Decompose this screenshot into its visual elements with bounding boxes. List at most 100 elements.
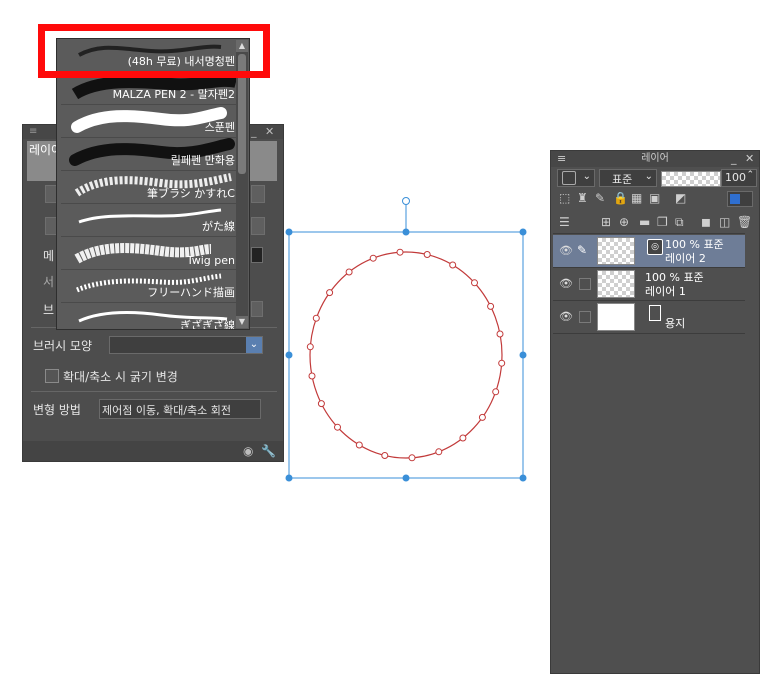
transform-handle[interactable]: [519, 351, 527, 359]
trash-icon[interactable]: 🗑: [737, 215, 752, 229]
layer-type-select[interactable]: ⌄: [557, 169, 595, 187]
layer-row-2[interactable]: 👁 ✎ ◎ 100 % 표준 레이어 2: [553, 235, 745, 268]
control-point[interactable]: [498, 359, 506, 367]
transform-handle[interactable]: [402, 228, 410, 236]
control-point[interactable]: [478, 413, 486, 421]
control-point[interactable]: [317, 400, 325, 408]
control-point[interactable]: [487, 302, 495, 310]
reset-icon[interactable]: ◉: [243, 444, 253, 458]
color-swatch[interactable]: [251, 247, 263, 263]
control-point[interactable]: [308, 372, 316, 380]
copy-layer-icon[interactable]: ❐: [657, 215, 668, 229]
chevron-down-icon[interactable]: ⌄: [246, 337, 262, 353]
scale-checkbox[interactable]: [45, 369, 59, 383]
layer-panel-titlebar[interactable]: ≡ 레이어 _ ✕: [551, 151, 759, 167]
grip-icon[interactable]: ≡: [557, 151, 566, 167]
brush-item[interactable]: フリーハンド描画: [61, 270, 237, 303]
blend-mode-select[interactable]: 표준 ⌄: [599, 169, 657, 187]
rotation-handle[interactable]: [402, 197, 410, 205]
scroll-down-icon[interactable]: ▼: [236, 316, 248, 328]
brush-popup-list: (48h 무료) 내서명청펜 MALZA PEN 2 - 말자펜2 스푼펜 릴페…: [56, 38, 250, 330]
control-point[interactable]: [471, 279, 478, 287]
brush-label: MALZA PEN 2 - 말자펜2: [112, 88, 235, 101]
control-point[interactable]: [345, 268, 353, 276]
control-point[interactable]: [423, 251, 431, 258]
layer-name: 용지: [665, 317, 686, 330]
clip-icon[interactable]: ⬚: [559, 191, 570, 205]
opacity-input[interactable]: 100 ⌃: [721, 169, 757, 187]
brush-shape-label: 브러시 모양: [33, 339, 93, 353]
lock-box[interactable]: [579, 278, 591, 290]
control-point[interactable]: [492, 388, 500, 396]
lock-alpha-icon[interactable]: ▦: [631, 191, 642, 205]
control-point[interactable]: [496, 330, 504, 338]
new-folder-icon[interactable]: ▬: [639, 215, 650, 229]
minimize-icon[interactable]: _: [251, 125, 257, 138]
control-point[interactable]: [408, 454, 416, 462]
brush-label: 릴페펜 만화용: [170, 154, 235, 167]
row-label-2: 서: [43, 275, 55, 289]
transform-handle[interactable]: [285, 228, 293, 236]
control-point[interactable]: [334, 423, 341, 431]
control-point[interactable]: [459, 434, 467, 442]
mask-add-icon[interactable]: ◼: [701, 215, 711, 229]
control-point[interactable]: [396, 248, 404, 256]
transform-handle[interactable]: [519, 474, 527, 482]
control-point[interactable]: [306, 343, 314, 351]
row-label-3: 브: [43, 303, 55, 317]
opacity-slider[interactable]: [661, 171, 721, 187]
layer-color-icon[interactable]: ◩: [675, 191, 686, 205]
layer-name: 레이어 2: [665, 252, 706, 265]
eye-icon[interactable]: 👁: [559, 277, 573, 290]
brush-scrollbar[interactable]: ▲ ▼: [236, 40, 248, 328]
merge-layer-icon[interactable]: ⧉: [675, 215, 684, 230]
brush-item[interactable]: ぎざぎざ線: [61, 303, 237, 329]
stepper-icon[interactable]: ⌃: [746, 170, 754, 180]
eye-icon[interactable]: 👁: [559, 310, 573, 323]
close-icon[interactable]: ✕: [745, 151, 754, 167]
reference-icon[interactable]: ♜: [577, 191, 588, 205]
layer-row-paper[interactable]: 👁 용지: [553, 301, 745, 334]
transform-handle[interactable]: [285, 474, 293, 482]
eye-icon[interactable]: 👁: [559, 244, 573, 257]
wrench-icon[interactable]: 🔧: [261, 444, 276, 458]
canvas-drawing[interactable]: [280, 190, 540, 490]
chevron-down-icon: ⌄: [644, 171, 653, 182]
transform-select[interactable]: 제어점 이동, 확대/축소 회전: [99, 399, 261, 419]
option-dropdown[interactable]: [251, 217, 265, 235]
control-point[interactable]: [355, 441, 363, 449]
size-dropdown[interactable]: [251, 185, 265, 203]
layer-menu-icon[interactable]: ☰: [559, 215, 570, 229]
control-point[interactable]: [312, 314, 320, 322]
new-vector-icon[interactable]: ⊕: [619, 215, 629, 229]
brush-value-box[interactable]: [251, 301, 263, 317]
new-raster-icon[interactable]: ⊞: [601, 215, 611, 229]
control-point[interactable]: [449, 261, 457, 269]
brush-item[interactable]: 筆ブラシ かすれC: [61, 171, 237, 204]
transform-handle[interactable]: [285, 351, 293, 359]
brush-shape-select[interactable]: ⌄: [109, 336, 263, 354]
scale-checkbox-label: 확대/축소 시 굵기 변경: [63, 370, 178, 384]
color-select[interactable]: [727, 191, 753, 207]
lock-box[interactable]: [579, 311, 591, 323]
control-point[interactable]: [326, 289, 334, 297]
brush-item[interactable]: がた線: [61, 204, 237, 237]
transform-handle[interactable]: [519, 228, 527, 236]
blend-mode-value: 표준: [612, 173, 633, 186]
square-icon: [562, 171, 576, 185]
minimize-icon[interactable]: _: [731, 151, 737, 167]
mask-apply-icon[interactable]: ◫: [719, 215, 730, 229]
grip-icon[interactable]: ≡: [29, 126, 37, 137]
transform-handle[interactable]: [402, 474, 410, 482]
control-point[interactable]: [381, 452, 389, 459]
close-icon[interactable]: ✕: [265, 125, 274, 138]
control-point[interactable]: [435, 448, 443, 456]
brush-item[interactable]: 릴페펜 만화용: [61, 138, 237, 171]
mask-icon[interactable]: ▣: [649, 191, 660, 205]
lock-icon[interactable]: 🔒: [613, 191, 628, 205]
control-point[interactable]: [369, 254, 377, 262]
draft-icon[interactable]: ✎: [595, 191, 605, 205]
brush-item[interactable]: 스푼펜: [61, 105, 237, 138]
layer-row-1[interactable]: 👁 100 % 표준 레이어 1: [553, 268, 745, 301]
brush-item[interactable]: Twig pen: [61, 237, 237, 270]
